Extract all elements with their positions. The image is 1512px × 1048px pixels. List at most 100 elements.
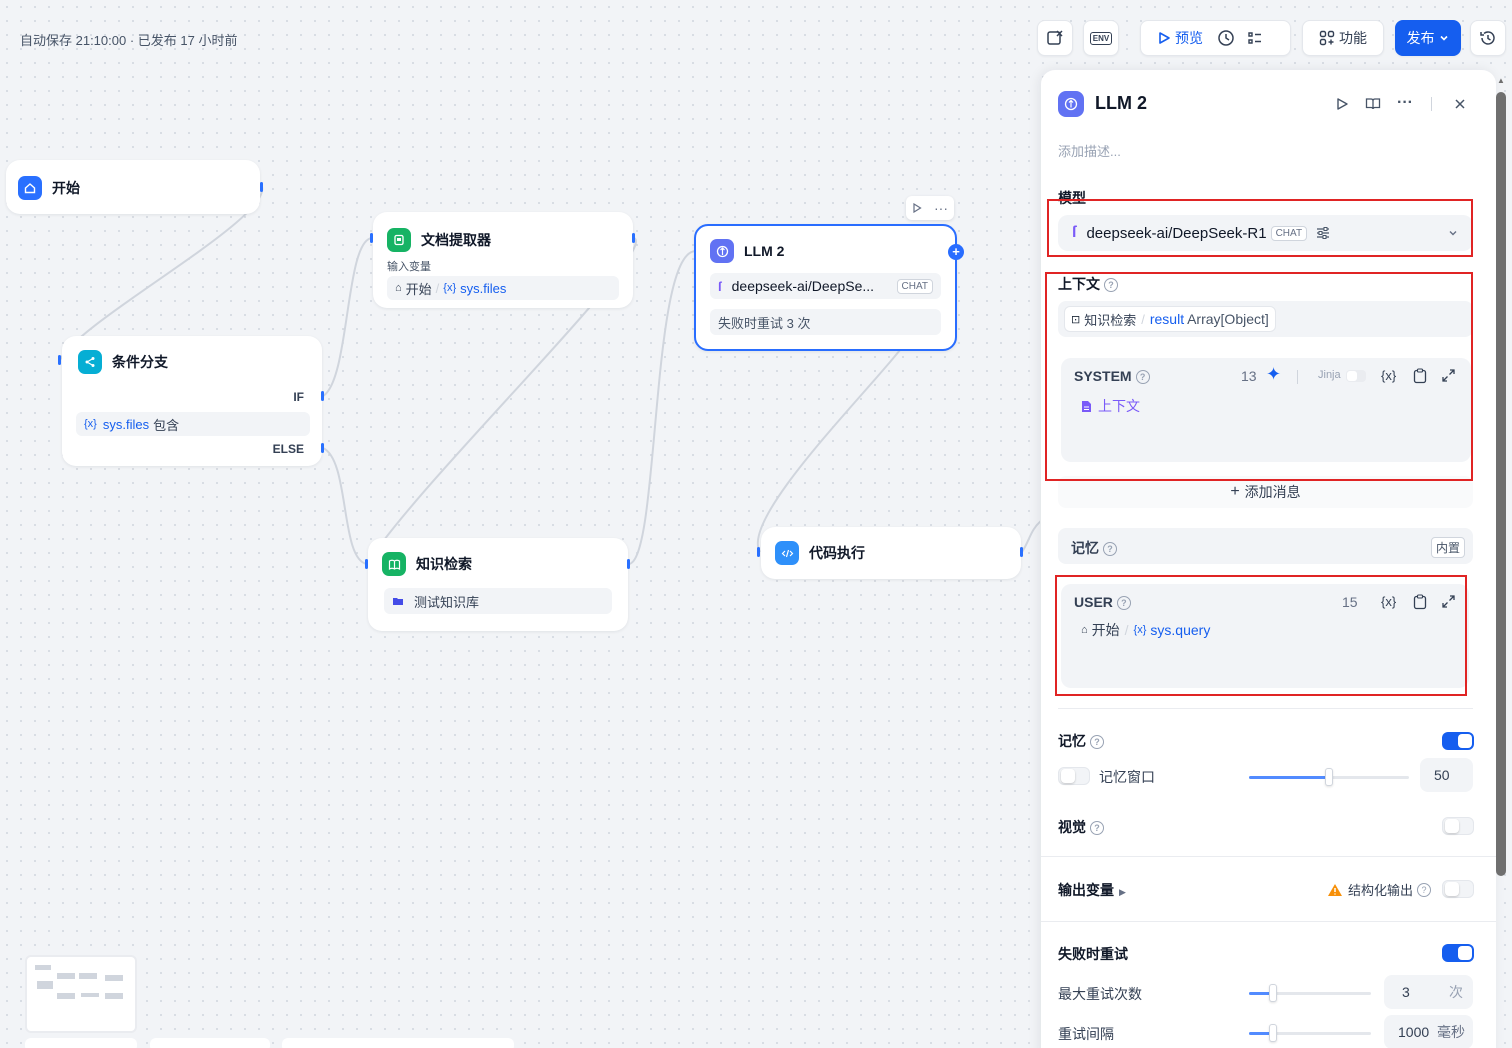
book-icon [382,552,406,576]
else-out-handle[interactable] [321,443,324,453]
help-icon[interactable]: ? [1090,821,1104,836]
preview-group: 预览 [1140,20,1291,56]
help-icon[interactable]: ? [1090,735,1104,750]
checklist-list-button[interactable] [1247,30,1263,46]
warning-icon [1328,883,1342,896]
memory-row: 记忆? 内置 [1058,528,1473,564]
output-vars-text: 输出变量 [1058,882,1114,898]
structured-output-label: 结构化输出 [1348,883,1414,898]
panel-scrollbar[interactable] [1496,92,1506,876]
retry-interval-label: 重试间隔 [1058,1026,1114,1042]
run-node-icon[interactable] [912,203,922,213]
node-doc-extractor[interactable]: 文档提取器 输入变量 ⌂ 开始 / {x} sys.files [373,212,633,308]
run-history-button[interactable] [1217,29,1235,47]
run-step-icon[interactable] [1335,97,1349,111]
retry-interval-value: 1000 [1398,1024,1430,1040]
env-icon: ENV [1089,31,1113,45]
help-icon[interactable]: ? [1103,542,1117,557]
retry-toggle[interactable] [1442,944,1474,962]
workflow-edges [59,186,1040,565]
minimap-nodes [33,963,125,1025]
memory-window-toggle[interactable] [1058,767,1090,785]
llm2-retry-row: 失败时重试 3 次 [710,309,941,335]
node-code-in-handle[interactable] [757,547,760,557]
more-icon[interactable]: ··· [934,201,948,215]
section-divider [1041,921,1496,922]
node-knowledge-title: 知识检索 [416,556,472,572]
clock-play-icon [1218,30,1234,46]
node-condition-title: 条件分支 [112,354,168,370]
max-retry-unit: 次 [1449,984,1463,1000]
max-retry-slider[interactable] [1249,984,1371,1002]
autosave-status: 自动保存 21:10:00 · 已发布 17 小时前 [20,33,238,48]
condition-operator: 包含 [153,417,180,433]
canvas-tools [150,1038,270,1048]
add-next-node-icon[interactable]: + [948,244,964,260]
node-llm2[interactable]: LLM 2 ſ deepseek-ai/DeepSe... CHAT 失败时重试… [694,224,957,351]
features-button[interactable]: 功能 [1302,20,1384,56]
grid-plus-icon [1319,30,1335,46]
variable-icon: {x} [443,282,457,294]
doc-extract-icon [387,228,411,252]
output-vars-label[interactable]: 输出变量 ▶ [1058,880,1126,900]
node-llm2-title: LLM 2 [744,243,785,259]
node-condition[interactable]: 条件分支 IF {x} sys.files 包含 ELSE [62,336,322,466]
memory-window-input[interactable]: 50 [1420,758,1473,792]
vision-toggle[interactable] [1442,817,1474,835]
retry-interval-slider[interactable] [1249,1024,1371,1042]
node-start-title: 开始 [52,180,80,196]
home-icon [18,176,42,200]
chevron-down-icon [1439,35,1448,41]
memory-row-label-text: 记忆 [1071,540,1099,556]
close-icon[interactable] [1454,98,1466,110]
scroll-up-arrow[interactable]: ▲ [1496,76,1506,86]
memory-window-slider[interactable] [1249,768,1409,786]
node-doc-in-handle[interactable] [370,233,373,243]
node-knowledge[interactable]: 知识检索 测试知识库 [368,538,628,631]
header-divider [1431,97,1432,111]
else-label: ELSE [272,442,304,456]
slider-thumb[interactable] [1325,768,1333,786]
vision-label-text: 视觉 [1058,819,1086,835]
node-doc-out-handle[interactable] [632,233,635,243]
node-code-out-handle[interactable] [1020,547,1023,557]
knowledge-dataset-row: 测试知识库 [384,588,612,614]
llm2-model-name: deepseek-ai/DeepSe... [731,278,875,294]
node-start-out-handle[interactable] [260,182,263,192]
structured-output-toggle[interactable] [1442,880,1474,898]
help-book-icon[interactable] [1365,96,1381,112]
preview-button[interactable]: 预览 [1157,28,1203,48]
node-condition-in-handle[interactable] [58,355,61,365]
node-code[interactable]: 代码执行 [761,527,1021,579]
panel-title[interactable]: LLM 2 [1095,93,1147,114]
list-check-icon [1248,32,1261,44]
description-input[interactable]: 添加描述... [1058,141,1121,160]
memory-toggle[interactable] [1442,732,1474,750]
version-history-button[interactable] [1470,20,1506,56]
plus-icon: + [1230,483,1240,500]
builtin-badge: 内置 [1430,537,1465,558]
retry-interval-input[interactable]: 1000 毫秒 [1384,1015,1473,1048]
memory-label-text: 记忆 [1058,733,1086,749]
doc-extractor-input: ⌂ 开始 / {x} sys.files [387,276,619,300]
max-retry-input[interactable]: 3 次 [1384,975,1473,1009]
max-retry-label: 最大重试次数 [1058,986,1142,1002]
input-var-label: 输入变量 [387,261,431,273]
slider-thumb[interactable] [1269,984,1277,1002]
env-button[interactable]: ENV [1083,20,1119,56]
more-icon[interactable]: ··· [1397,94,1413,112]
deepseek-icon: ſ [718,278,722,294]
checklist-button[interactable] [1037,20,1073,56]
node-knowledge-in-handle[interactable] [365,559,368,569]
if-out-handle[interactable] [321,391,324,401]
publish-button[interactable]: 发布 [1395,20,1461,56]
section-divider [1058,708,1473,709]
minimap[interactable] [25,955,137,1033]
folder-icon [393,598,403,605]
node-start[interactable]: 开始 [6,160,260,214]
node-knowledge-out-handle[interactable] [627,559,630,569]
help-icon[interactable]: ? [1417,882,1432,897]
slider-thumb[interactable] [1269,1024,1277,1042]
highlight-box-model [1047,199,1473,257]
variable-icon: {x} [84,418,97,430]
